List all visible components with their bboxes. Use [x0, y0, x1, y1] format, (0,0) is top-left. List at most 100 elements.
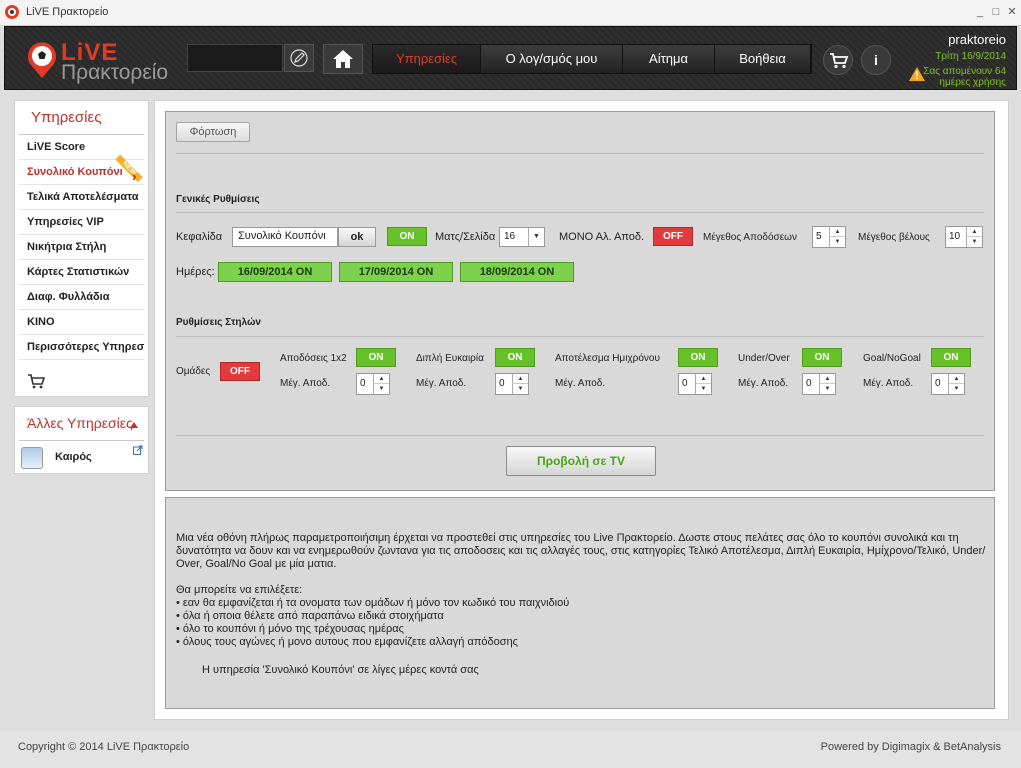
column-label-under-over: Under/Over	[738, 353, 790, 364]
external-link-icon[interactable]	[133, 445, 143, 455]
collapse-arrow-icon[interactable]	[130, 422, 138, 428]
services-sidebar: Υπηρεσίες LiVE Score Συνολικό Κουπόνι Τε…	[14, 100, 149, 397]
window-titlebar: LiVE Πρακτορείο _ □ ✕	[0, 0, 1021, 26]
header-label: Κεφαλίδα	[176, 231, 223, 243]
per-page-select[interactable]: 16 ▼	[499, 227, 545, 247]
spinner-up-icon[interactable]: ▲	[512, 374, 528, 384]
pencil-icon	[290, 49, 308, 67]
spinner-up-icon[interactable]: ▲	[829, 227, 845, 237]
odds-size-spinner[interactable]: 5 ▲ ▼	[812, 226, 846, 248]
per-page-value: 16	[504, 231, 516, 242]
nav-help[interactable]: Βοήθεια	[715, 45, 811, 73]
divider	[176, 435, 984, 436]
spinner-up-icon[interactable]: ▲	[966, 227, 982, 237]
sidebar-item-more[interactable]: Περισσότερες Υπηρεσίες	[19, 335, 144, 360]
mono-toggle[interactable]: OFF	[653, 227, 693, 246]
sidebar-item-live-score[interactable]: LiVE Score	[19, 135, 144, 160]
app-logo[interactable]: LiVE Πρακτορείο	[25, 37, 175, 84]
info-paragraph: Μια νέα οθόνη πλήρως παραμετροποιήσιμη έ…	[176, 532, 986, 570]
column-max-label-1x2: Μέγ. Αποδ.	[280, 378, 331, 389]
day-toggle-2[interactable]: 17/09/2014 ON	[339, 262, 453, 282]
spinner-down-icon[interactable]: ▼	[512, 384, 528, 394]
main-area: Υπηρεσίες LiVE Score Συνολικό Κουπόνι Τε…	[4, 90, 1017, 730]
spinner-up-icon[interactable]: ▲	[948, 374, 964, 384]
load-button[interactable]: Φόρτωση	[176, 122, 250, 142]
info-button[interactable]: i	[861, 45, 891, 75]
other-services-title[interactable]: Άλλες Υπηρεσίες	[19, 407, 144, 441]
search-input[interactable]	[187, 44, 283, 72]
odds-size-value: 5	[816, 231, 822, 242]
column-toggle-halftime[interactable]: ON	[678, 348, 718, 367]
teams-toggle[interactable]: OFF	[220, 362, 260, 381]
list-item: • εαν θα εμφανίζεται ή τα ονοματα των ομ…	[176, 597, 570, 609]
search-button[interactable]	[284, 44, 314, 72]
divider	[176, 212, 984, 213]
column-label-1x2: Αποδόσεις 1x2	[280, 353, 347, 364]
nav-request[interactable]: Αίτημα	[623, 45, 715, 73]
header-ok-button[interactable]: ok	[338, 227, 376, 247]
sidebar-item-stat-cards[interactable]: Κάρτες Στατιστικών	[19, 260, 144, 285]
tv-view-button[interactable]: Προβολή σε TV	[506, 446, 656, 476]
spinner-down-icon[interactable]: ▼	[373, 384, 389, 394]
content-panel: Φόρτωση Γενικές Ρυθμίσεις Κεφαλίδα Συνολ…	[154, 100, 1009, 720]
close-button[interactable]: ✕	[1004, 4, 1020, 20]
spinner-down-icon[interactable]: ▼	[695, 384, 711, 394]
day-toggle-1[interactable]: 16/09/2014 ON	[218, 262, 332, 282]
arrow-size-label: Μέγεθος βέλους	[858, 232, 930, 243]
column-max-spinner-double-chance[interactable]: 0 ▲ ▼	[495, 373, 529, 395]
nav-services[interactable]: Υπηρεσίες	[373, 45, 481, 73]
username: praktoreio	[948, 32, 1006, 47]
column-label-goal-nogoal: Goal/NoGoal	[863, 353, 921, 364]
spinner-down-icon[interactable]: ▼	[829, 237, 845, 247]
spinner-up-icon[interactable]: ▲	[819, 374, 835, 384]
info-box: Μια νέα οθόνη πλήρως παραμετροποιήσιμη έ…	[165, 497, 995, 709]
column-max-spinner-goal-nogoal[interactable]: 0 ▲ ▼	[931, 373, 965, 395]
sidebar-title: Υπηρεσίες	[19, 101, 144, 135]
spinner-down-icon[interactable]: ▼	[966, 237, 982, 247]
column-max-value-halftime: 0	[682, 378, 688, 389]
column-max-label-double-chance: Μέγ. Αποδ.	[416, 378, 467, 389]
spinner-down-icon[interactable]: ▼	[819, 384, 835, 394]
spinner-down-icon[interactable]: ▼	[948, 384, 964, 394]
spinner-up-icon[interactable]: ▲	[695, 374, 711, 384]
footer: Copyright © 2014 LiVE Πρακτορείο Powered…	[0, 730, 1021, 768]
cart-icon[interactable]	[27, 373, 45, 389]
column-toggle-under-over[interactable]: ON	[802, 348, 842, 367]
other-services-label: Άλλες Υπηρεσίες	[27, 415, 133, 431]
main-nav: Υπηρεσίες Ο λογ/σμός μου Αίτημα Βοήθεια	[372, 44, 812, 74]
options-list: Θα μπορείτε να επιλέξετε: • εαν θα εμφαν…	[176, 584, 569, 649]
sidebar-item-kino[interactable]: KINO	[19, 310, 144, 335]
other-services-panel: Άλλες Υπηρεσίες Καιρός	[14, 406, 149, 474]
nav-account[interactable]: Ο λογ/σμός μου	[481, 45, 623, 73]
column-max-value-1x2: 0	[360, 378, 366, 389]
current-date: Τρίτη 16/9/2014	[935, 51, 1006, 62]
sidebar-item-leaflets[interactable]: Διαφ. Φυλλάδια	[19, 285, 144, 310]
list-item: • όλο το κουπόνι ή μόνο της τρέχουσας ημ…	[176, 623, 404, 635]
weather-link[interactable]: Καιρός	[55, 451, 92, 463]
sidebar-item-winning-column[interactable]: Νικήτρια Στήλη	[19, 235, 144, 260]
sidebar-item-final-results[interactable]: Τελικά Αποτελέσματα	[19, 185, 144, 210]
list-item: • όλους τους αγώνες ή μονο αυτους που εμ…	[176, 636, 518, 648]
column-toggle-1x2[interactable]: ON	[356, 348, 396, 367]
column-toggle-double-chance[interactable]: ON	[495, 348, 535, 367]
divider	[176, 153, 984, 154]
powered-by-text: Powered by Digimagix & BetAnalysis	[820, 741, 1001, 753]
header-toggle[interactable]: ON	[387, 227, 427, 246]
maximize-button[interactable]: □	[988, 4, 1004, 20]
day-toggle-3[interactable]: 18/09/2014 ON	[460, 262, 574, 282]
column-toggle-goal-nogoal[interactable]: ON	[931, 348, 971, 367]
chevron-down-icon[interactable]: ▼	[528, 228, 544, 246]
cart-button[interactable]	[823, 45, 853, 75]
arrow-size-spinner[interactable]: 10 ▲ ▼	[945, 226, 983, 248]
sidebar-item-vip[interactable]: Υπηρεσίες VIP	[19, 210, 144, 235]
header-input[interactable]: Συνολικό Κουπόνι	[232, 227, 338, 247]
column-max-spinner-halftime[interactable]: 0 ▲ ▼	[678, 373, 712, 395]
column-max-spinner-1x2[interactable]: 0 ▲ ▼	[356, 373, 390, 395]
expiration-notice: Σας απομένουν 64 ημέρες χρήσης	[923, 66, 1006, 88]
minimize-button[interactable]: _	[972, 4, 988, 20]
home-button[interactable]	[323, 44, 363, 74]
divider	[176, 336, 984, 337]
spinner-up-icon[interactable]: ▲	[373, 374, 389, 384]
column-max-label-halftime: Μέγ. Αποδ.	[555, 378, 606, 389]
column-max-spinner-under-over[interactable]: 0 ▲ ▼	[802, 373, 836, 395]
